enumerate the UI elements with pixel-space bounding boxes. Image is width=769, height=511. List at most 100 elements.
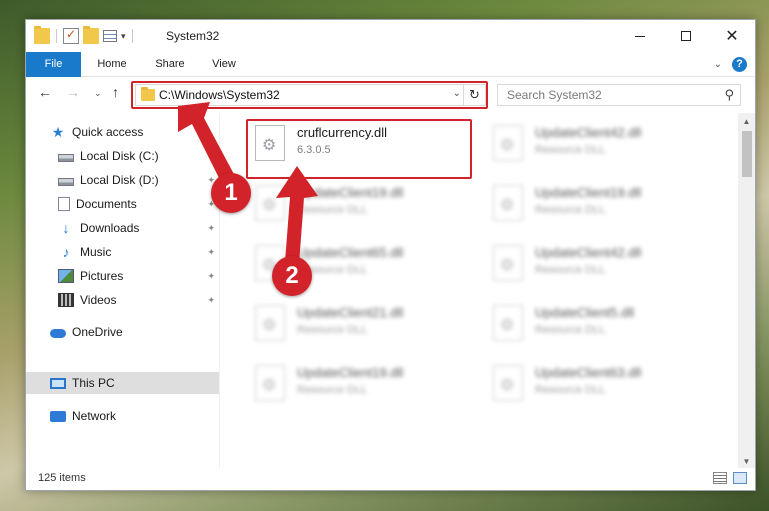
- window-controls: ✕: [617, 20, 755, 52]
- sidebar-item-quick-access[interactable]: ★ Quick access: [26, 121, 219, 143]
- dll-file-icon: [255, 305, 285, 341]
- pane-divider[interactable]: [219, 113, 220, 470]
- customize-toolbar-caret-icon[interactable]: ▾: [121, 31, 126, 42]
- help-icon[interactable]: ?: [732, 57, 747, 72]
- back-arrow-icon[interactable]: ←: [38, 84, 52, 100]
- sidebar-item-label: Downloads: [80, 221, 140, 235]
- file-description: Resource DLL: [535, 384, 606, 396]
- tab-share[interactable]: Share: [144, 52, 196, 77]
- file-tile[interactable]: UpdateClient19.dll Resource DLL: [243, 177, 473, 231]
- dll-file-icon: [493, 125, 523, 161]
- disk-icon: [58, 177, 74, 186]
- file-name: UpdateClient19.dll: [297, 365, 404, 380]
- cloud-icon: [50, 329, 66, 338]
- file-tile[interactable]: UpdateClient63.dll Resource DLL: [481, 357, 711, 411]
- pin-icon[interactable]: ✦: [207, 247, 215, 258]
- search-placeholder: Search System32: [507, 88, 602, 102]
- ribbon: File Home Share View ⌄ ?: [26, 52, 755, 77]
- dll-file-icon: [255, 365, 285, 401]
- star-icon: ★: [51, 124, 65, 140]
- view-options-icon[interactable]: [103, 30, 117, 42]
- sidebar-item-documents[interactable]: Documents ✦: [26, 193, 219, 215]
- sidebar-item-label: Local Disk (C:): [80, 149, 159, 163]
- file-name: UpdateClient42.dll: [535, 245, 642, 260]
- new-folder-icon[interactable]: [83, 26, 99, 44]
- file-tile[interactable]: UpdateClient42.dll Resource DLL: [481, 237, 711, 291]
- file-name: UpdateClient63.dll: [535, 365, 642, 380]
- pictures-icon: [58, 269, 74, 283]
- toolbar-separator: [131, 29, 133, 43]
- sidebar-item-music[interactable]: ♪ Music ✦: [26, 241, 219, 263]
- toolbar-separator: [56, 29, 57, 43]
- sidebar-item-this-pc[interactable]: This PC: [26, 372, 219, 394]
- expand-ribbon-chevron-icon[interactable]: ⌄: [714, 59, 722, 70]
- recent-locations-chevron-icon[interactable]: ⌄: [94, 88, 102, 99]
- tab-file[interactable]: File: [26, 52, 81, 77]
- file-name: UpdateClient5.dll: [535, 305, 635, 320]
- file-tile[interactable]: UpdateClient5.dll Resource DLL: [481, 297, 711, 351]
- sidebar-item-local-disk-d[interactable]: Local Disk (D:) ✦: [26, 169, 219, 191]
- file-name: UpdateClient19.dll: [535, 185, 642, 200]
- file-description: Resource DLL: [535, 264, 606, 276]
- pin-icon[interactable]: ✦: [207, 151, 215, 162]
- dll-file-icon: [493, 245, 523, 281]
- file-description: Resource DLL: [535, 324, 606, 336]
- pin-icon[interactable]: ✦: [207, 223, 215, 234]
- computer-icon: [50, 377, 66, 389]
- network-icon: [50, 410, 66, 422]
- tiles-view-icon[interactable]: [733, 472, 747, 484]
- file-name: UpdateClient42.dll: [535, 125, 642, 140]
- sidebar-item-label: Documents: [76, 197, 137, 211]
- file-tile[interactable]: UpdateClient42.dll Resource DLL: [481, 117, 711, 171]
- scroll-up-icon[interactable]: ▲: [738, 113, 755, 130]
- maximize-icon: [681, 31, 691, 41]
- item-count: 125 items: [38, 472, 86, 484]
- videos-icon: [58, 293, 74, 307]
- pin-icon[interactable]: ✦: [207, 295, 215, 306]
- sidebar-item-pictures[interactable]: Pictures ✦: [26, 265, 219, 287]
- minimize-button[interactable]: [617, 20, 663, 52]
- step-2-callout: 2: [272, 256, 312, 296]
- file-tile[interactable]: UpdateClient21.dll Resource DLL: [243, 297, 473, 351]
- disk-icon: [58, 153, 74, 162]
- scroll-thumb[interactable]: [742, 131, 752, 177]
- file-tile[interactable]: UpdateClient19.dll Resource DLL: [243, 357, 473, 411]
- tab-view[interactable]: View: [200, 52, 248, 77]
- explorer-window: ▾ System32 ✕ File Home Share View ⌄ ? ← …: [25, 19, 756, 491]
- file-tile[interactable]: UpdateClient19.dll Resource DLL: [481, 177, 711, 231]
- view-buttons: [713, 472, 747, 484]
- sidebar-item-label: Pictures: [80, 269, 124, 283]
- minimize-icon: [635, 35, 645, 37]
- ribbon-right-controls: ⌄ ?: [714, 57, 747, 72]
- navigation-pane: ★ Quick access Local Disk (C:) ✦ Local D…: [26, 113, 219, 470]
- sidebar-item-downloads[interactable]: ↓ Downloads ✦: [26, 217, 219, 239]
- maximize-button[interactable]: [663, 20, 709, 52]
- sidebar-item-videos[interactable]: Videos ✦: [26, 289, 219, 311]
- vertical-scrollbar[interactable]: ▲ ▼: [738, 113, 755, 470]
- sidebar-item-label: Network: [72, 409, 117, 423]
- sidebar-item-label: Videos: [80, 293, 117, 307]
- status-bar: 125 items: [26, 468, 755, 490]
- file-description: Resource DLL: [297, 324, 368, 336]
- pin-icon[interactable]: ✦: [207, 271, 215, 282]
- file-name: UpdateClient65.dll: [297, 245, 404, 260]
- forward-arrow-icon[interactable]: →: [66, 84, 80, 100]
- sidebar-item-label: This PC: [72, 376, 115, 390]
- close-button[interactable]: ✕: [709, 20, 755, 52]
- documents-icon: [58, 197, 70, 211]
- search-icon[interactable]: ⚲: [724, 87, 734, 103]
- properties-icon[interactable]: [63, 27, 79, 44]
- close-icon: ✕: [725, 28, 739, 45]
- file-name: UpdateClient21.dll: [297, 305, 404, 320]
- sidebar-item-network[interactable]: Network: [26, 405, 219, 427]
- sidebar-item-label: Local Disk (D:): [80, 173, 159, 187]
- sidebar-item-onedrive[interactable]: OneDrive: [26, 321, 219, 343]
- tab-home[interactable]: Home: [84, 52, 140, 77]
- details-view-icon[interactable]: [713, 472, 727, 484]
- search-input[interactable]: Search System32 ⚲: [497, 84, 741, 106]
- address-row: ← → ⌄ ↑ C:\Windows\System32 ⌄ ↻ Search S…: [26, 78, 755, 112]
- sidebar-item-local-disk-c[interactable]: Local Disk (C:) ✦: [26, 145, 219, 167]
- sidebar-item-label: Music: [80, 245, 112, 259]
- file-highlight-box: [246, 119, 472, 179]
- up-arrow-icon[interactable]: ↑: [112, 84, 119, 100]
